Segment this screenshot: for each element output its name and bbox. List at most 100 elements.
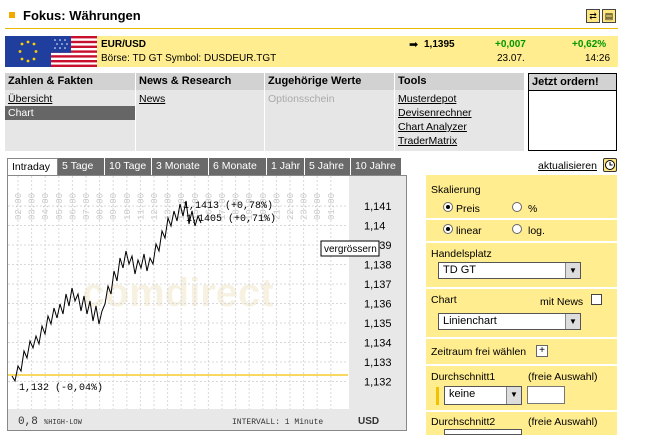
quote-date: 23.07.	[497, 53, 525, 64]
panel-divider	[426, 218, 617, 220]
nav-item-chart[interactable]: Chart	[5, 106, 135, 120]
intraday-chart: comdirect 02:00 03:00 04:00 05:00 06:00 07:00…	[8, 176, 406, 430]
chevron-down-icon: ▼	[565, 263, 580, 278]
nav-header-tools: Tools	[395, 73, 524, 90]
quote-change-pct: +0,62%	[572, 39, 607, 50]
page-title: Fokus: Währungen	[23, 8, 141, 23]
order-box-title: Jetzt ordern!	[529, 74, 616, 91]
tab-10-jahre[interactable]: 10 Jahre	[351, 158, 402, 175]
nav-item-chart-analyzer[interactable]: Chart Analyzer	[395, 120, 524, 134]
nav-item-musterdepot[interactable]: Musterdepot	[395, 92, 524, 106]
avg1-free-label: (freie Auswahl)	[528, 371, 598, 383]
title-bullet	[9, 12, 15, 18]
quote-symbol: EUR/USD	[101, 39, 147, 50]
nav-col-news-research: News & Research News	[136, 73, 266, 151]
clock-icon[interactable]	[603, 158, 617, 172]
panel-divider	[426, 364, 617, 366]
chart-view-icon[interactable]: ⇄	[586, 9, 600, 23]
panel-divider	[426, 287, 617, 289]
time-tick-label: 01:00	[327, 193, 337, 220]
quote-time: 14:26	[585, 53, 611, 64]
avg1-select[interactable]: keine ▼	[444, 386, 522, 405]
panel-divider	[426, 410, 617, 412]
eur-usd-flag-icon	[5, 36, 97, 67]
last-label: 1,1405 (+0,71%)	[186, 213, 276, 225]
scale-linear-radio[interactable]	[443, 224, 453, 234]
y-tick-label: 1,138	[364, 260, 392, 272]
tab-intraday[interactable]: Intraday	[7, 158, 58, 175]
free-range-label[interactable]: Zeitraum frei wählen	[431, 346, 526, 358]
tab-5-tage[interactable]: 5 Tage	[58, 158, 105, 175]
zoom-label: vergrössern	[324, 244, 377, 255]
time-tick-label: 00:00	[313, 193, 323, 220]
exchange-label: Handelsplatz	[431, 248, 492, 260]
avg1-free-input[interactable]	[527, 386, 565, 404]
low-label: 1,132 (-0,04%)	[19, 382, 103, 394]
nav-item-tradermatrix[interactable]: TraderMatrix	[395, 134, 524, 148]
time-tick-label: 04:00	[41, 193, 51, 220]
nav-col-zugehoerige-werte: Zugehörige Werte Optionsschein	[265, 73, 396, 151]
y-tick-label: 1,14	[364, 221, 385, 233]
nav-header-zugehoerige-werte: Zugehörige Werte	[265, 73, 394, 90]
tab-3-monate[interactable]: 3 Monate	[152, 158, 209, 175]
time-tick-label: 08:00	[96, 193, 106, 220]
scale-percent-radio[interactable]	[512, 202, 522, 212]
time-tick-label: 07:00	[82, 193, 92, 220]
y-tick-label: 1,133	[364, 357, 392, 369]
tab-6-monate[interactable]: 6 Monate	[209, 158, 267, 175]
y-tick-label: 1,135	[364, 318, 392, 330]
time-tick-label: 02:00	[14, 193, 24, 220]
scale-price-radio[interactable]	[443, 202, 453, 212]
nav-col-tools: Tools Musterdepot Devisenrechner Chart A…	[395, 73, 526, 151]
exchange-select-value: TD GT	[443, 264, 476, 276]
avg1-label: Durchschnitt1	[431, 371, 496, 383]
nav-item-uebersicht[interactable]: Übersicht	[5, 92, 135, 106]
nav-item-devisenrechner[interactable]: Devisenrechner	[395, 106, 524, 120]
tab-1-jahr[interactable]: 1 Jahr	[267, 158, 305, 175]
avg2-select[interactable]	[444, 429, 522, 435]
calendar-icon[interactable]: +	[536, 345, 548, 357]
panel-divider	[426, 337, 617, 339]
quote-change-abs: +0,007	[495, 39, 526, 50]
price-arrow-icon: ➡	[409, 39, 419, 51]
time-tick-label: 10:00	[123, 193, 133, 220]
order-box[interactable]: Jetzt ordern!	[528, 73, 617, 151]
scale-log-label: log.	[528, 225, 545, 237]
tab-10-tage[interactable]: 10 Tage	[105, 158, 152, 175]
scale-price-label: Preis	[456, 203, 480, 215]
avg1-color-swatch	[436, 387, 439, 405]
print-icon[interactable]: ▤	[602, 9, 616, 23]
nav-item-news[interactable]: News	[136, 92, 264, 106]
time-tick-label: 11:00	[136, 193, 146, 220]
chart-settings-panel: Skalierung Preis % linear log. Handelspl…	[426, 175, 617, 435]
avg2-label: Durchschnitt2	[431, 416, 496, 428]
time-tick-label: 23:00	[300, 193, 310, 220]
header-divider	[5, 28, 618, 29]
nav-item-optionsschein: Optionsschein	[268, 93, 335, 105]
y-tick-label: 1,141	[364, 201, 392, 213]
interval-label: INTERVALL: 1 Minute	[232, 418, 323, 427]
time-tick-label: 03:00	[28, 193, 38, 220]
nav-header-zahlen-fakten: Zahlen & Fakten	[5, 73, 135, 90]
tab-5-jahre[interactable]: 5 Jahre	[305, 158, 351, 175]
y-tick-label: 1,134	[364, 338, 392, 350]
currency-label: USD	[358, 416, 379, 427]
refresh-link[interactable]: aktualisieren	[538, 160, 597, 172]
quote-exchange-line: Börse: TD GT Symbol: DUSDEUR.TGT	[101, 53, 277, 64]
avg2-free-label: (freie Auswahl)	[528, 416, 598, 428]
chevron-down-icon: ▼	[506, 387, 521, 404]
zoom-tooltip[interactable]: vergrössern	[320, 240, 380, 257]
scale-log-radio[interactable]	[512, 224, 522, 234]
chevron-down-icon: ▼	[565, 314, 580, 329]
scaling-label: Skalierung	[431, 184, 481, 196]
time-tick-label: 12:00	[150, 193, 160, 220]
time-tick-label: 06:00	[68, 193, 78, 220]
exchange-select[interactable]: TD GT ▼	[438, 262, 581, 279]
y-tick-label: 1,137	[364, 279, 392, 291]
chart-type-select-value: Linienchart	[443, 315, 497, 327]
hilo-label: %HIGH-LOW	[44, 419, 83, 427]
nav-header-news-research: News & Research	[136, 73, 264, 90]
with-news-checkbox[interactable]	[591, 294, 602, 305]
y-tick-label: 1,132	[364, 377, 392, 389]
chart-type-select[interactable]: Linienchart ▼	[438, 313, 581, 330]
